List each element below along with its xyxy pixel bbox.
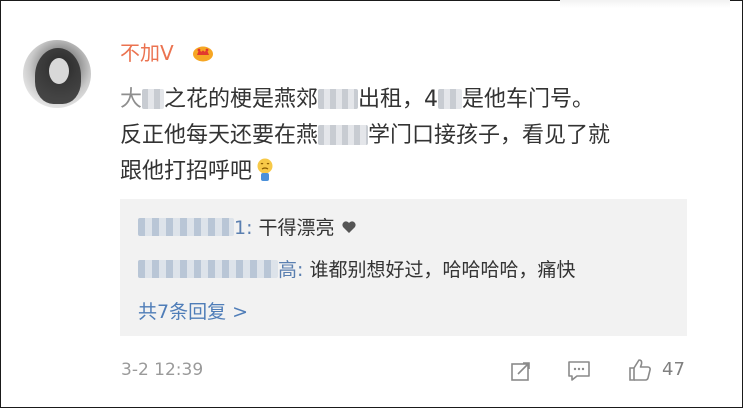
comment-fragment: 出租，4 <box>358 87 439 112</box>
crown-badge-icon <box>193 46 213 62</box>
reply-item[interactable]: 高: 谁都别想好过，哈哈哈哈，痛快 <box>138 257 575 283</box>
reply-text: 谁都别想好过，哈哈哈哈，痛快 <box>309 259 576 281</box>
like-count: 47 <box>662 359 685 380</box>
comment-line-2: 反正他每天还要在燕 学门口接孩子，看见了就 <box>120 118 720 154</box>
comment-fragment: 大 <box>120 87 143 112</box>
reply-box[interactable]: 1: 干得漂亮 高: 谁都别想好过，哈哈哈哈，痛快 共7条回复 > <box>120 199 687 336</box>
redacted-mosaic <box>142 89 165 109</box>
avatar-face <box>49 58 69 84</box>
redacted-reply-name <box>138 260 278 278</box>
reply-author-suffix[interactable]: 高: <box>278 259 303 281</box>
avatar[interactable] <box>23 40 91 108</box>
comment-fragment: 之花的梗是燕郊 <box>164 87 319 112</box>
comment-fragment: 学门口接孩子，看见了就 <box>368 123 611 148</box>
redacted-mosaic <box>438 89 463 109</box>
crying-emoji-icon <box>257 158 273 181</box>
top-edge-fade <box>560 0 730 8</box>
comment-fragment: 跟他打招呼吧 <box>120 159 253 184</box>
comment-line-1: 大之花的梗是燕郊 出租，4 是他车门号。 <box>120 82 720 118</box>
like-icon[interactable] <box>627 357 653 383</box>
comment-fragment: 反正他每天还要在燕 <box>120 123 319 148</box>
comment-line-3: 跟他打招呼吧 <box>120 154 720 190</box>
more-replies-link[interactable]: 共7条回复 > <box>138 299 248 325</box>
redacted-reply-name <box>138 218 234 236</box>
heart-icon <box>341 221 356 233</box>
redacted-mosaic <box>318 89 359 109</box>
comment-fragment: 是他车门号。 <box>462 87 595 112</box>
reply-text: 干得漂亮 <box>258 217 335 239</box>
reply-item[interactable]: 1: 干得漂亮 <box>138 215 357 241</box>
reply-author-suffix[interactable]: 1: <box>234 217 253 239</box>
timestamp: 3-2 12:39 <box>121 360 204 380</box>
redacted-mosaic <box>318 125 369 145</box>
username[interactable]: 不加V <box>120 41 174 65</box>
share-icon[interactable] <box>510 360 532 382</box>
comment-text: 大之花的梗是燕郊 出租，4 是他车门号。 反正他每天还要在燕 学门口接孩子，看见了就 … <box>120 82 720 190</box>
comment-icon[interactable] <box>567 360 591 382</box>
